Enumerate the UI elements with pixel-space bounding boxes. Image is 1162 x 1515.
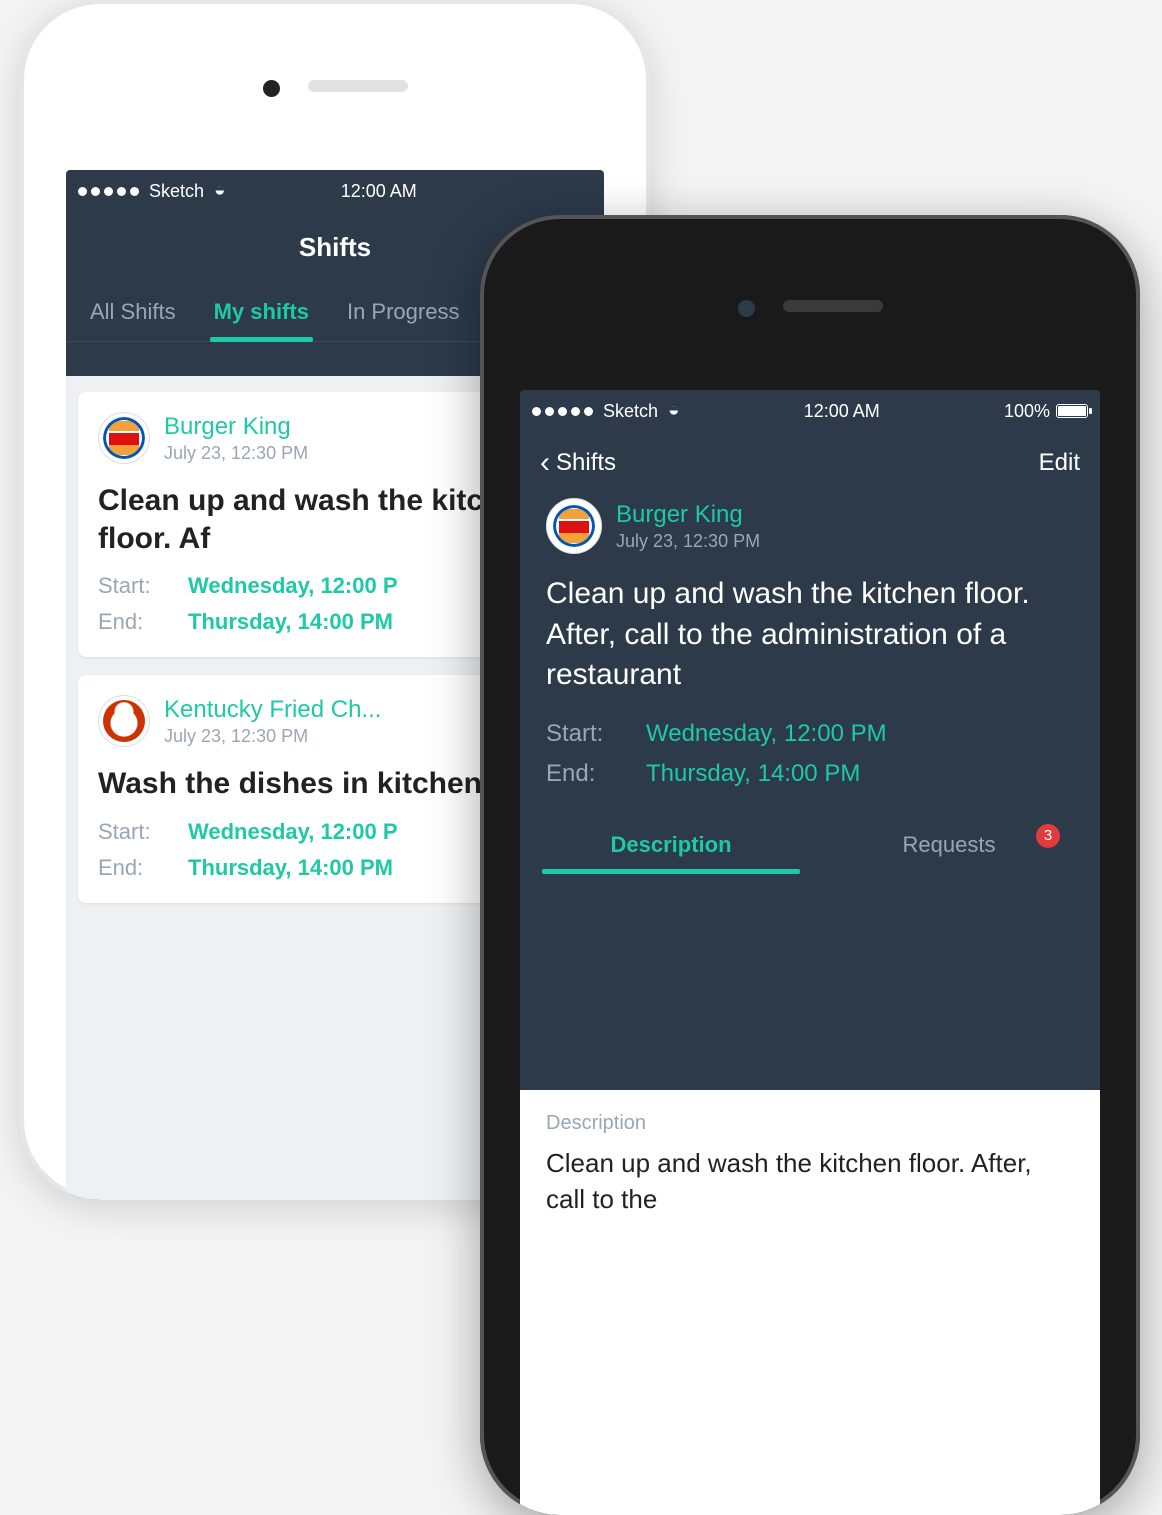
kfc-logo-icon — [98, 695, 150, 747]
burger-king-logo-icon — [98, 412, 150, 464]
start-label: Start: — [98, 573, 188, 599]
signal-strength-icon — [78, 187, 139, 196]
start-label: Start: — [546, 720, 646, 748]
clock-label: 12:00 AM — [341, 181, 417, 202]
earpiece-slot-icon — [308, 80, 408, 92]
brand-name: Burger King — [616, 501, 760, 529]
carrier-label: Sketch — [149, 181, 204, 202]
description-text: Clean up and wash the kitchen floor. Aft… — [546, 1145, 1074, 1218]
tab-my-shifts[interactable]: My shifts — [210, 289, 313, 341]
card-date: July 23, 12:30 PM — [164, 726, 381, 747]
description-heading: Description — [546, 1112, 1074, 1135]
description-panel[interactable]: Description Clean up and wash the kitche… — [520, 1090, 1100, 1515]
burger-king-logo-icon — [546, 498, 602, 554]
detail-screen: Sketch ◒ 12:00 AM 100% ‹ Shifts Edit Bur… — [520, 390, 1100, 1515]
back-label: Shifts — [556, 449, 616, 477]
shift-headline: Clean up and wash the kitchen floor. Aft… — [520, 560, 1100, 700]
sensor-bar — [20, 80, 650, 97]
back-button[interactable]: ‹ Shifts — [540, 448, 616, 478]
end-label: End: — [98, 855, 188, 881]
tab-requests-label: Requests — [903, 832, 996, 857]
brand-name: Burger King — [164, 413, 308, 441]
status-bar: Sketch ◒ 12:00 AM — [66, 170, 604, 212]
clock-label: 12:00 AM — [804, 401, 880, 422]
tab-all-shifts[interactable]: All Shifts — [86, 289, 180, 341]
end-label: End: — [98, 609, 188, 635]
tab-in-progress[interactable]: In Progress — [343, 289, 464, 341]
battery-icon — [1056, 404, 1088, 418]
end-value: Thursday, 14:00 PM — [646, 760, 1074, 788]
battery-percent: 100% — [1004, 401, 1050, 422]
sensor-bar — [480, 300, 1140, 317]
tab-description[interactable]: Description — [532, 818, 810, 874]
edit-button[interactable]: Edit — [1039, 449, 1080, 477]
wifi-icon: ◒ — [214, 180, 225, 202]
camera-dot-icon — [263, 80, 280, 97]
brand-name: Kentucky Fried Ch... — [164, 696, 381, 724]
signal-strength-icon — [532, 407, 593, 416]
detail-tabs: Description Requests 3 — [520, 818, 1100, 874]
start-value: Wednesday, 12:00 PM — [646, 720, 1074, 748]
battery-indicator: 100% — [1004, 401, 1088, 422]
tab-requests[interactable]: Requests 3 — [810, 818, 1088, 874]
chevron-left-icon: ‹ — [540, 448, 550, 478]
end-label: End: — [546, 760, 646, 788]
phone-black-frame: Sketch ◒ 12:00 AM 100% ‹ Shifts Edit Bur… — [480, 215, 1140, 1515]
requests-count-badge: 3 — [1036, 824, 1060, 848]
status-bar: Sketch ◒ 12:00 AM 100% — [520, 390, 1100, 432]
carrier-label: Sketch — [603, 401, 658, 422]
wifi-icon: ◒ — [668, 400, 679, 422]
start-label: Start: — [98, 819, 188, 845]
earpiece-slot-icon — [783, 300, 883, 312]
card-date: July 23, 12:30 PM — [164, 443, 308, 464]
brand-date: July 23, 12:30 PM — [616, 531, 760, 552]
camera-dot-icon — [738, 300, 755, 317]
